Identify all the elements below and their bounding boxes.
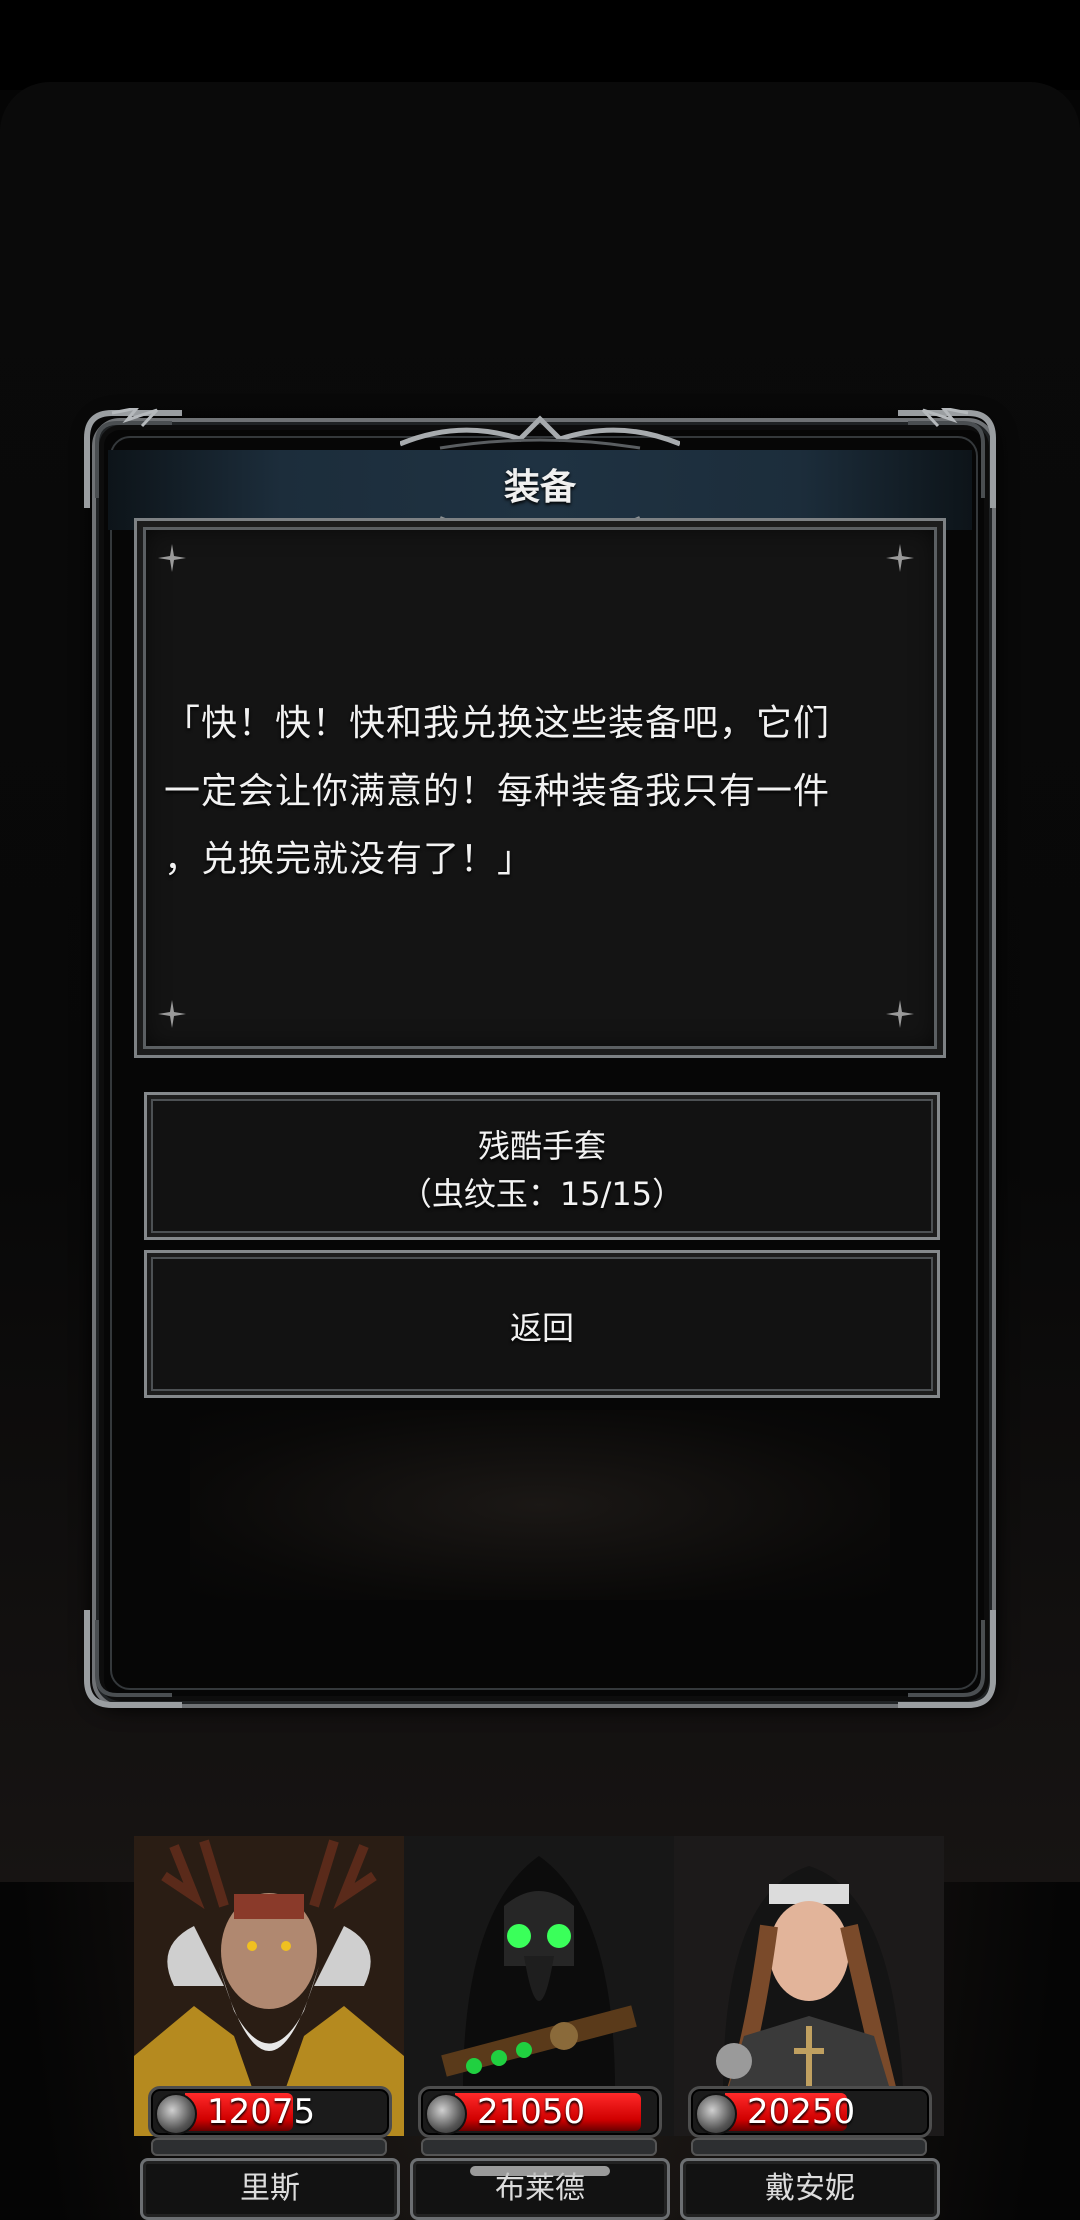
option-item-name: 残酷手套 — [477, 1127, 606, 1165]
back-button[interactable]: 返回 — [144, 1250, 940, 1398]
back-button-label: 返回 — [509, 1309, 574, 1347]
sparkle-icon — [158, 1000, 186, 1028]
hp-value: 20250 — [747, 2092, 856, 2132]
blade-icon — [425, 2093, 467, 2135]
message-line: 一定会让你满意的！每种装备我只有一件 — [164, 771, 831, 812]
hp-bar: 20250 — [688, 2086, 932, 2138]
status-bar-area — [0, 0, 1080, 90]
blade-icon — [155, 2093, 197, 2135]
secondary-bar — [421, 2138, 657, 2156]
corner-ornament-bottom-right-icon — [888, 1600, 998, 1710]
corner-ornament-bottom-left-icon — [82, 1600, 192, 1710]
blade-icon — [695, 2093, 737, 2135]
hp-bar: 21050 — [418, 2086, 662, 2138]
title-ornament-icon — [399, 414, 681, 454]
hp-value: 12075 — [207, 2092, 316, 2132]
character-name[interactable]: 戴安妮 — [680, 2158, 940, 2220]
sparkle-icon — [886, 1000, 914, 1028]
character-name[interactable]: 里斯 — [140, 2158, 400, 2220]
exchange-gloves-button[interactable]: 残酷手套 （虫纹玉：15/15） — [144, 1092, 940, 1240]
sparkle-icon — [886, 544, 914, 572]
home-indicator[interactable] — [470, 2166, 610, 2176]
secondary-bar — [151, 2138, 387, 2156]
option-cost: （虫纹玉：15/15） — [399, 1175, 685, 1213]
hp-value: 21050 — [477, 2092, 586, 2132]
message-line: 「快！快！快和我兑换这些装备吧，它们 — [164, 703, 831, 744]
hp-bar: 12075 — [148, 2086, 392, 2138]
sparkle-icon — [158, 544, 186, 572]
background-smoke — [190, 1410, 890, 1600]
message-line: ，兑换完就没有了！」 — [164, 839, 535, 880]
secondary-bar — [691, 2138, 927, 2156]
dialog-message: 「快！快！快和我兑换这些装备吧，它们 一定会让你满意的！每种装备我只有一件 ，兑… — [164, 690, 904, 894]
